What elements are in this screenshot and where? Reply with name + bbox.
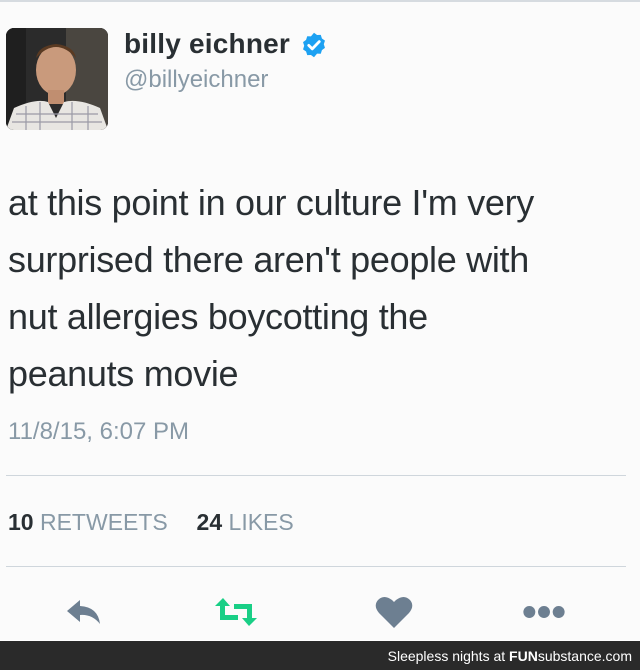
watermark-text: Sleepless nights at FUNsubstance.com (388, 648, 632, 664)
retweet-icon (215, 598, 257, 626)
divider (6, 475, 626, 476)
tweet-text-line: peanuts movie (8, 353, 239, 394)
tweet-text: at this point in our culture I'm very su… (8, 174, 628, 402)
tweet-card: billy eichner @billyeichner at this poin… (0, 0, 640, 640)
tweet-timestamp[interactable]: 11/8/15, 6:07 PM (8, 418, 189, 446)
display-name[interactable]: billy eichner (124, 28, 290, 60)
more-icon (523, 606, 565, 618)
user-handle[interactable]: @billyeichner (124, 66, 268, 94)
likes-label[interactable]: LIKES (229, 509, 294, 535)
tweet-stats: 10 RETWEETS 24 LIKES (8, 509, 294, 536)
retweets-label[interactable]: RETWEETS (40, 509, 168, 535)
reply-button[interactable] (62, 592, 106, 632)
reply-icon (67, 600, 100, 624)
like-button[interactable] (372, 592, 416, 632)
verified-badge-icon (303, 32, 325, 58)
divider (6, 566, 626, 567)
watermark-bar: Sleepless nights at FUNsubstance.com (0, 641, 640, 670)
tweet-text-line: at this point in our culture I'm very (8, 182, 535, 223)
profile-photo (6, 28, 108, 130)
watermark-prefix: Sleepless nights at (387, 648, 506, 664)
watermark-brand-rest: substance.com (537, 648, 632, 664)
more-button[interactable] (522, 592, 566, 632)
retweet-button[interactable] (214, 592, 258, 632)
heart-icon (375, 597, 413, 628)
tweet-text-line: nut allergies boycotting the (8, 296, 428, 337)
avatar[interactable] (6, 28, 108, 130)
tweet-text-line: surprised there aren't people with (8, 239, 529, 280)
retweets-count[interactable]: 10 (8, 509, 34, 535)
likes-count[interactable]: 24 (197, 509, 223, 535)
watermark-brand-bold: FUN (509, 648, 538, 664)
